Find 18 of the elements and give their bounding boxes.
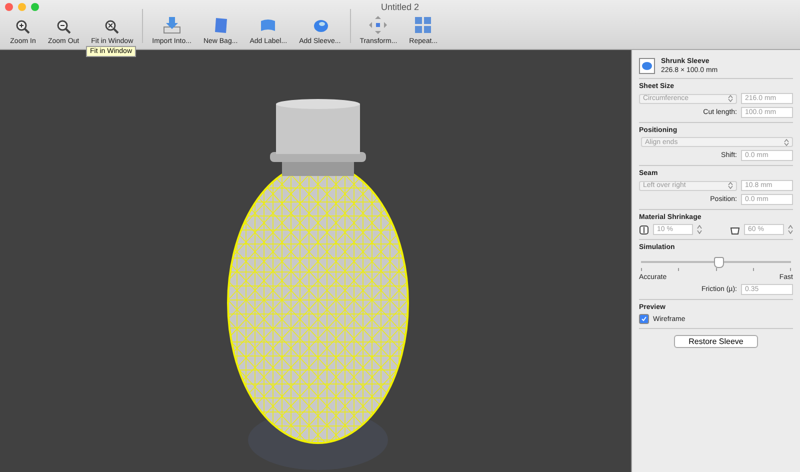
grid-icon: [413, 15, 434, 35]
up-down-arrows-icon: [728, 95, 733, 102]
slider-thumb[interactable]: [714, 257, 724, 268]
up-down-arrows-icon: [784, 138, 789, 146]
stepper-icon[interactable]: [788, 225, 793, 234]
move-arrows-icon: [368, 15, 388, 35]
window-title: Untitled 2: [380, 2, 420, 12]
stepper-icon[interactable]: [697, 225, 702, 234]
zoom-out-icon: [56, 19, 72, 35]
zoom-icon[interactable]: [31, 3, 39, 11]
up-down-arrows-icon: [728, 182, 733, 189]
download-tray-icon: [162, 15, 182, 35]
restore-button[interactable]: Restore Sleeve: [674, 335, 758, 348]
checkbox[interactable]: [639, 314, 649, 324]
minimize-icon[interactable]: [18, 3, 26, 11]
fit-icon: [104, 19, 120, 35]
zoom-in-icon: [15, 19, 31, 35]
close-icon[interactable]: [5, 3, 13, 11]
